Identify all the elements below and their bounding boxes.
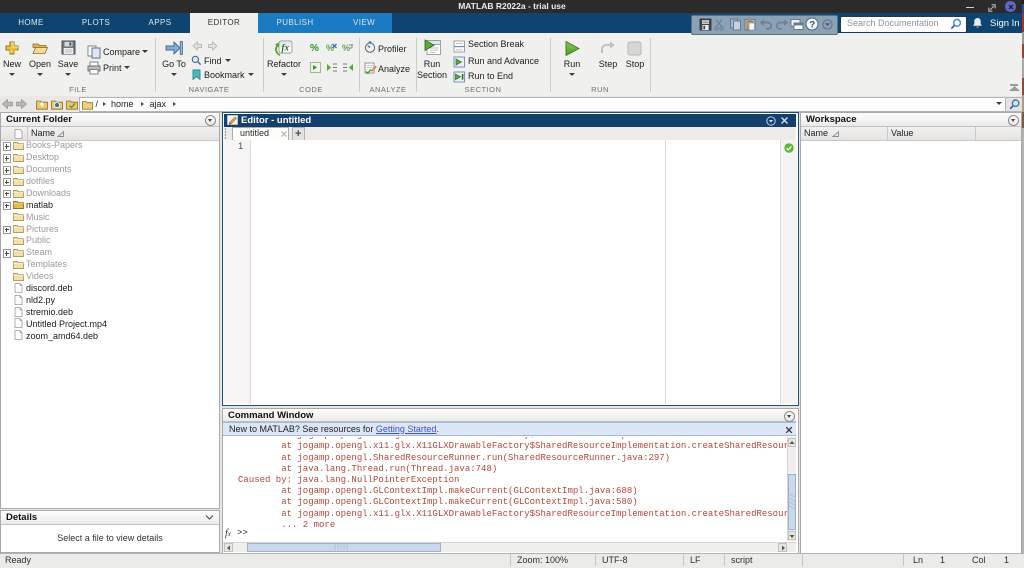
- svg-text:%: %: [310, 43, 319, 52]
- svg-text:fx: fx: [282, 43, 290, 53]
- svg-text:%: %: [342, 43, 350, 52]
- svg-text:?: ?: [809, 20, 815, 31]
